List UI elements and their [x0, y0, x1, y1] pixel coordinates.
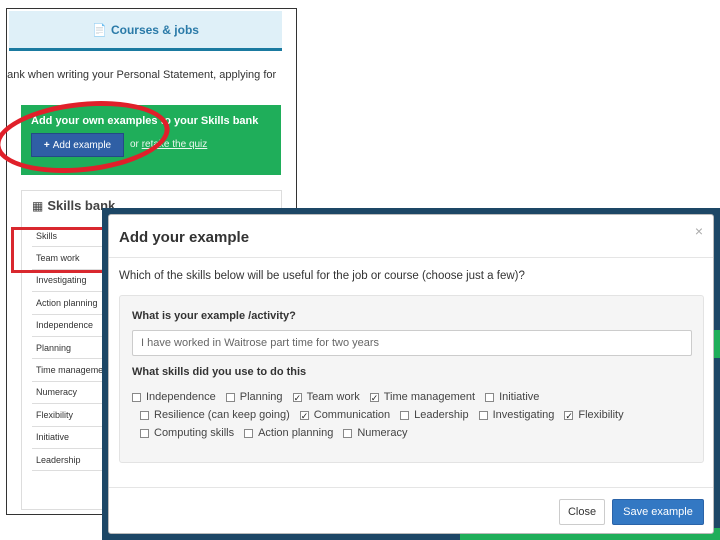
skill-checkbox-investigating[interactable]: Investigating — [478, 409, 555, 421]
checkbox-checked[interactable]: ✓ — [299, 410, 309, 420]
footer-divider — [109, 487, 713, 488]
example-input[interactable] — [132, 330, 692, 356]
skill-label: Initiative — [499, 391, 540, 403]
skills-row[interactable]: Leadership — [32, 449, 112, 472]
skills-row[interactable]: Initiative — [32, 427, 112, 449]
building-icon: ▦ — [32, 198, 44, 213]
courses-jobs-tab[interactable]: 📄 Courses & jobs — [9, 11, 282, 51]
checkbox[interactable] — [343, 428, 353, 438]
skill-checkbox-flexibility[interactable]: ✓ Flexibility — [564, 409, 624, 421]
skills-row[interactable]: Time management — [32, 359, 112, 382]
skill-label: Investigating — [492, 409, 555, 421]
close-button[interactable]: Close — [559, 499, 605, 525]
skills-row[interactable]: Planning — [32, 337, 112, 360]
skill-checkbox-team-work[interactable]: ✓ Team work — [292, 391, 360, 403]
screenshot-stage: 📄 Courses & jobs bank when writing your … — [0, 0, 720, 540]
skill-checkbox-resilience[interactable]: Resilience (can keep going) — [140, 409, 290, 421]
document-icon: 📄 — [92, 22, 107, 37]
checkbox[interactable] — [132, 392, 141, 402]
skills-row[interactable]: Investigating — [32, 270, 112, 293]
skill-label: Independence — [146, 391, 216, 403]
checkbox[interactable] — [485, 392, 495, 402]
statement-text: bank when writing your Personal Statemen… — [6, 69, 277, 81]
skill-label: Computing skills — [154, 427, 235, 439]
skill-label: Action planning — [258, 427, 334, 439]
skills-label: What skills did you use to do this — [132, 366, 307, 378]
skill-checkbox-action-planning[interactable]: Action planning — [244, 427, 333, 439]
skills-row[interactable]: Action planning — [32, 292, 112, 315]
skill-label: Flexibility — [578, 409, 624, 421]
skills-row[interactable]: Independence — [32, 315, 112, 337]
skill-checkbox-time-management[interactable]: ✓ Time management — [369, 391, 476, 403]
example-label: What is your example /activity? — [132, 310, 296, 322]
skills-row[interactable]: Flexibility — [32, 404, 112, 427]
skill-label: Resilience (can keep going) — [154, 409, 290, 421]
skill-checkbox-independence[interactable]: Independence — [132, 391, 216, 403]
modal-question: Which of the skills below will be useful… — [119, 270, 525, 282]
courses-jobs-label: Courses & jobs — [110, 22, 199, 37]
checkbox[interactable] — [400, 410, 410, 420]
skills-checkboxes: Independence Planning ✓ Team work ✓ Time m… — [132, 388, 697, 442]
checkbox-row: Computing skills Action planning Numerac… — [140, 424, 697, 442]
skill-label: Numeracy — [357, 427, 408, 439]
skill-label: Time management — [383, 391, 476, 403]
modal-title: Add your example — [119, 229, 250, 246]
add-example-modal: Add your example × Which of the skills b… — [108, 214, 714, 534]
skill-label: Team work — [306, 391, 360, 403]
skill-checkbox-initiative[interactable]: Initiative — [485, 391, 539, 403]
checkbox-row: Resilience (can keep going) ✓ Communicati… — [140, 406, 697, 424]
skill-label: Planning — [239, 391, 283, 403]
checkbox-checked[interactable]: ✓ — [564, 410, 574, 420]
checkbox-checked[interactable]: ✓ — [369, 392, 379, 402]
header-divider — [109, 257, 713, 258]
skill-checkbox-computing[interactable]: Computing skills — [140, 427, 234, 439]
checkbox[interactable] — [244, 428, 254, 438]
skill-checkbox-leadership[interactable]: Leadership — [400, 409, 469, 421]
checkbox[interactable] — [225, 392, 235, 402]
save-example-button[interactable]: Save example — [612, 499, 704, 525]
skill-checkbox-communication[interactable]: ✓ Communication — [299, 409, 391, 421]
skill-checkbox-planning[interactable]: Planning — [225, 391, 283, 403]
checkbox[interactable] — [478, 410, 488, 420]
checkbox[interactable] — [140, 428, 149, 438]
skills-row[interactable]: Numeracy — [32, 382, 112, 405]
example-form: What is your example /activity? What ski… — [119, 295, 704, 463]
skill-label: Communication — [313, 409, 391, 421]
checkbox-checked[interactable]: ✓ — [292, 392, 302, 402]
close-icon[interactable]: × — [695, 223, 703, 239]
checkbox[interactable] — [140, 410, 149, 420]
skill-label: Leadership — [414, 409, 469, 421]
skill-checkbox-numeracy[interactable]: Numeracy — [343, 427, 407, 439]
highlight-rectangle — [11, 227, 105, 273]
checkbox-row: Independence Planning ✓ Team work ✓ Time m… — [132, 388, 697, 406]
